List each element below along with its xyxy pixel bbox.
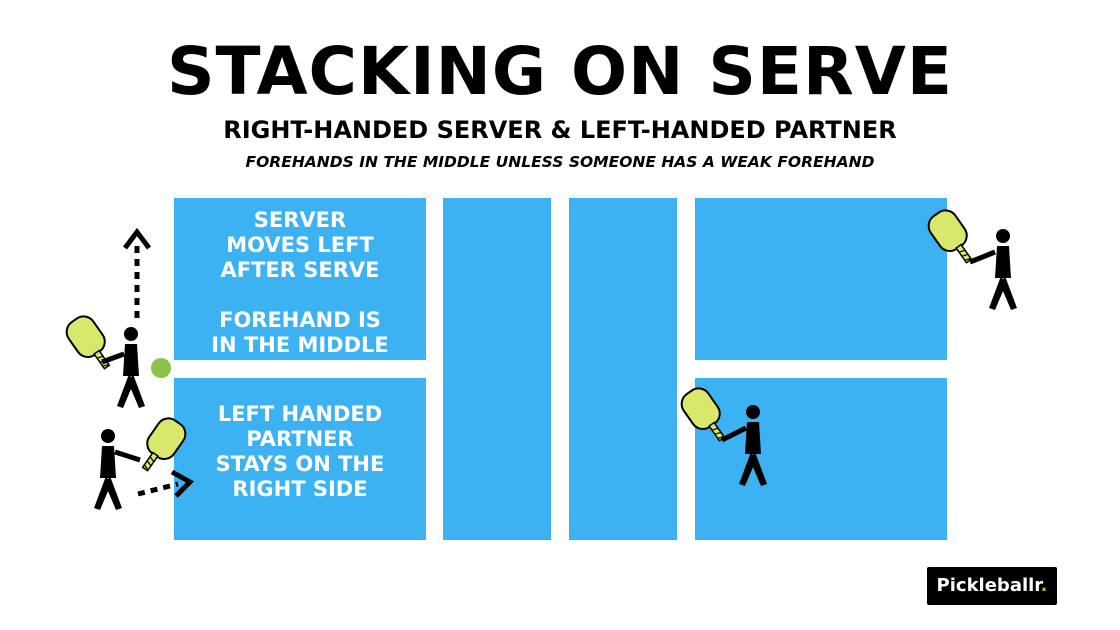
logo-text: Pickleballr: [936, 575, 1041, 596]
opponent-bottom-arm: [720, 425, 748, 443]
opponent-bottom-player-icon: [739, 405, 767, 486]
partner-paddle-icon: [131, 412, 192, 479]
brand-logo: Pickleballr.: [927, 567, 1057, 605]
partner-player-icon: [94, 429, 122, 510]
opponent-top-arm: [969, 249, 996, 265]
server-player-icon: [117, 327, 145, 408]
ball-icon: [151, 358, 171, 378]
logo-dot: .: [1040, 575, 1048, 596]
server-arm: [101, 351, 125, 365]
server-paddle-icon: [60, 310, 121, 377]
partner-arm: [114, 449, 141, 463]
arrow-right-icon: [137, 469, 195, 498]
diagram-graphics: [60, 204, 1017, 510]
opponent-top-player-icon: [989, 229, 1017, 310]
arrow-up-icon: [123, 227, 151, 318]
